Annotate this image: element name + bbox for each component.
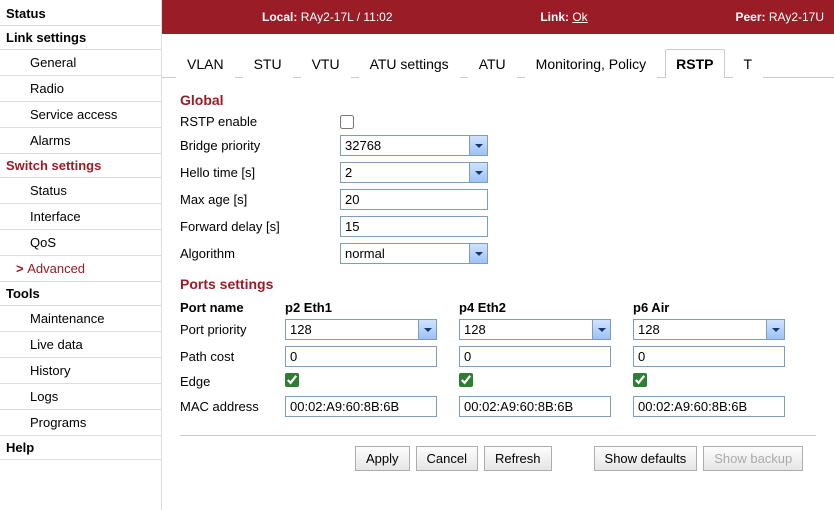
label-forward-delay: Forward delay [s] bbox=[180, 219, 340, 234]
input-forward-delay[interactable] bbox=[340, 216, 488, 237]
port0-path[interactable] bbox=[285, 346, 437, 367]
cancel-button[interactable]: Cancel bbox=[416, 446, 478, 471]
ports-col-name: Port name bbox=[180, 300, 285, 315]
tab-stu[interactable]: STU bbox=[243, 49, 293, 78]
tab-extra[interactable]: T bbox=[733, 49, 764, 78]
refresh-button[interactable]: Refresh bbox=[484, 446, 552, 471]
select-algorithm[interactable]: normal bbox=[340, 243, 488, 264]
sidebar-item-switch-status[interactable]: Status bbox=[0, 178, 161, 204]
sidebar-item-history[interactable]: History bbox=[0, 358, 161, 384]
sidebar-item-live-data[interactable]: Live data bbox=[0, 332, 161, 358]
port1-edge[interactable] bbox=[459, 373, 473, 387]
sidebar-section-link-settings[interactable]: Link settings bbox=[0, 26, 161, 50]
section-global-title: Global bbox=[180, 92, 816, 108]
tab-vtu[interactable]: VTU bbox=[301, 49, 351, 78]
status-peer: Peer: RAy2-17U bbox=[735, 10, 824, 24]
port2-path[interactable] bbox=[633, 346, 785, 367]
select-bridge-priority[interactable]: 32768 bbox=[340, 135, 488, 156]
port1-priority[interactable]: 128 bbox=[459, 319, 611, 340]
apply-button[interactable]: Apply bbox=[355, 446, 410, 471]
section-ports-title: Ports settings bbox=[180, 276, 816, 292]
port0-priority[interactable]: 128 bbox=[285, 319, 437, 340]
show-defaults-button[interactable]: Show defaults bbox=[594, 446, 698, 471]
port0-mac[interactable] bbox=[285, 396, 437, 417]
label-algorithm: Algorithm bbox=[180, 246, 340, 261]
ports-row-path: Path cost bbox=[180, 349, 285, 364]
sidebar-item-general[interactable]: General bbox=[0, 50, 161, 76]
port2-edge[interactable] bbox=[633, 373, 647, 387]
sidebar-section-tools[interactable]: Tools bbox=[0, 282, 161, 306]
port-header-1: p4 Eth2 bbox=[459, 300, 633, 315]
ports-row-edge: Edge bbox=[180, 374, 285, 389]
port2-priority[interactable]: 128 bbox=[633, 319, 785, 340]
tab-vlan[interactable]: VLAN bbox=[176, 49, 235, 78]
form-area: Global RSTP enable Bridge priority 32768… bbox=[162, 78, 834, 491]
ports-row-priority: Port priority bbox=[180, 322, 285, 337]
select-hello-time[interactable]: 2 bbox=[340, 162, 488, 183]
input-max-age[interactable] bbox=[340, 189, 488, 210]
port2-mac[interactable] bbox=[633, 396, 785, 417]
sidebar-section-status[interactable]: Status bbox=[0, 2, 161, 26]
show-backup-button[interactable]: Show backup bbox=[703, 446, 803, 471]
label-bridge-priority: Bridge priority bbox=[180, 138, 340, 153]
main-panel: Local: RAy2-17L / 11:02 Link: Ok Peer: R… bbox=[162, 0, 834, 510]
port1-path[interactable] bbox=[459, 346, 611, 367]
label-rstp-enable: RSTP enable bbox=[180, 114, 340, 129]
tab-rstp[interactable]: RSTP bbox=[665, 49, 724, 78]
port1-mac[interactable] bbox=[459, 396, 611, 417]
status-bar: Local: RAy2-17L / 11:02 Link: Ok Peer: R… bbox=[162, 0, 834, 34]
tab-atu[interactable]: ATU bbox=[468, 49, 517, 78]
tab-monitoring-policy[interactable]: Monitoring, Policy bbox=[525, 49, 658, 78]
port-header-2: p6 Air bbox=[633, 300, 807, 315]
sidebar: Status Link settings General Radio Servi… bbox=[0, 0, 162, 510]
sidebar-item-programs[interactable]: Programs bbox=[0, 410, 161, 436]
status-link: Link: Ok bbox=[540, 10, 587, 24]
sidebar-item-logs[interactable]: Logs bbox=[0, 384, 161, 410]
tabs: VLAN STU VTU ATU settings ATU Monitoring… bbox=[162, 34, 834, 78]
sidebar-section-switch-settings[interactable]: Switch settings bbox=[0, 154, 161, 178]
sidebar-item-advanced[interactable]: Advanced bbox=[0, 256, 161, 282]
label-hello-time: Hello time [s] bbox=[180, 165, 340, 180]
ports-row-mac: MAC address bbox=[180, 399, 285, 414]
status-local: Local: RAy2-17L / 11:02 bbox=[262, 10, 393, 24]
sidebar-item-qos[interactable]: QoS bbox=[0, 230, 161, 256]
sidebar-section-help[interactable]: Help bbox=[0, 436, 161, 460]
sidebar-item-service-access[interactable]: Service access bbox=[0, 102, 161, 128]
tab-atu-settings[interactable]: ATU settings bbox=[359, 49, 460, 78]
port-header-0: p2 Eth1 bbox=[285, 300, 459, 315]
sidebar-item-radio[interactable]: Radio bbox=[0, 76, 161, 102]
input-rstp-enable[interactable] bbox=[340, 115, 354, 129]
label-max-age: Max age [s] bbox=[180, 192, 340, 207]
sidebar-item-alarms[interactable]: Alarms bbox=[0, 128, 161, 154]
bottom-bar: Apply Cancel Refresh Show defaults Show … bbox=[180, 435, 816, 481]
sidebar-item-maintenance[interactable]: Maintenance bbox=[0, 306, 161, 332]
sidebar-item-interface[interactable]: Interface bbox=[0, 204, 161, 230]
port0-edge[interactable] bbox=[285, 373, 299, 387]
